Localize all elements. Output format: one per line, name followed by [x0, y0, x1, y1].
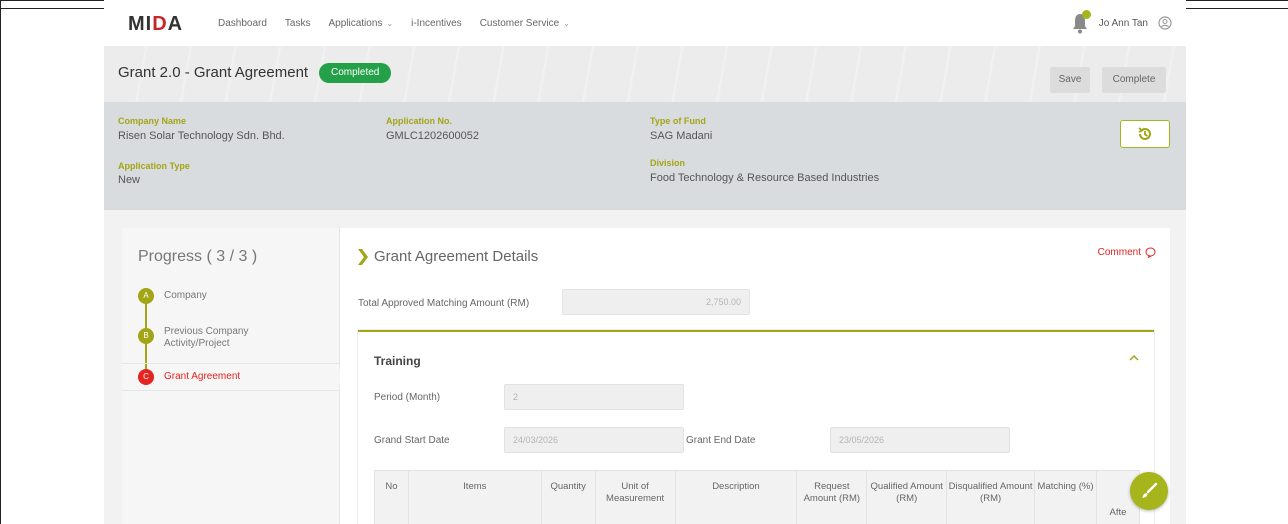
theme-brush-button[interactable] — [1130, 472, 1168, 510]
nav-i-incentives-label: i-Incentives — [411, 17, 462, 29]
column-header-disqualified-amount[interactable]: Disqualified Amount (RM) — [946, 470, 1036, 524]
nav-tasks-label: Tasks — [284, 17, 311, 29]
window-frame-divider-left — [0, 8, 104, 9]
app-window: MIDA Dashboard Tasks Applications ⌄ i-Inc… — [104, 0, 1186, 524]
company-name-label: Company Name — [118, 116, 187, 126]
division-value: Food Technology & Resource Based Industr… — [650, 172, 880, 184]
status-badge: Completed — [319, 63, 392, 83]
progress-panel: Progress ( 3 / 3 ) A Company B Previous … — [122, 228, 340, 524]
progress-step-grant-agreement[interactable]: C Grant Agreement — [138, 369, 274, 385]
chevron-right-icon — [358, 248, 368, 265]
column-header-no[interactable]: No — [374, 470, 409, 524]
company-name-value: Risen Solar Technology Sdn. Bhd. — [118, 130, 285, 142]
window-frame-left — [0, 0, 1, 524]
end-date-input[interactable]: 23/05/2026 — [830, 427, 1010, 453]
nav-applications[interactable]: Applications ⌄ — [328, 18, 393, 29]
step-marker-c: C — [138, 369, 154, 385]
column-header-request-amount[interactable]: Request Amount (RM) — [796, 470, 868, 524]
section-title-text: Grant Agreement Details — [374, 248, 539, 265]
column-header-quantity[interactable]: Quantity — [540, 470, 596, 524]
chevron-down-icon: ⌄ — [563, 18, 570, 28]
comment-icon — [1145, 247, 1156, 258]
column-header-description[interactable]: Description — [674, 470, 798, 524]
save-button[interactable]: Save — [1050, 67, 1090, 93]
application-info-panel: Company Name Risen Solar Technology Sdn.… — [104, 102, 1186, 210]
progress-step-previous-activity[interactable]: B Previous Company Activity/Project — [138, 324, 274, 350]
user-name[interactable]: Jo Ann Tan — [1099, 18, 1148, 29]
nav-dashboard-label: Dashboard — [218, 17, 267, 29]
type-of-fund-value: SAG Madani — [650, 130, 713, 142]
total-approved-input[interactable]: 2,750.00 — [562, 289, 750, 315]
history-icon — [1138, 127, 1151, 140]
period-label: Period (Month) — [374, 392, 441, 403]
progress-step-company[interactable]: A Company — [138, 288, 274, 304]
training-title: Training — [374, 354, 421, 368]
mida-logo[interactable]: MIDA — [128, 13, 183, 36]
total-approved-label: Total Approved Matching Amount (RM) — [358, 298, 530, 309]
end-date-label: Grant End Date — [686, 435, 756, 446]
nav-customer-service[interactable]: Customer Service ⌄ — [480, 18, 570, 29]
period-input[interactable]: 2 — [504, 384, 684, 410]
training-items-table: No Items Quantity Unit of Measurement De… — [374, 470, 1141, 524]
window-frame-divider-right — [1186, 8, 1288, 9]
nav-menu: Dashboard Tasks Applications ⌄ i-Incentiv… — [218, 0, 570, 46]
step-marker-a: A — [138, 288, 154, 304]
page-title: Grant 2.0 - Grant Agreement — [118, 64, 309, 81]
chevron-up-icon[interactable] — [1128, 352, 1140, 364]
application-type-label: Application Type — [118, 161, 190, 171]
nav-applications-label: Applications — [328, 17, 383, 29]
column-header-items[interactable]: Items — [407, 470, 542, 524]
nav-tasks[interactable]: Tasks — [285, 18, 311, 29]
column-header-unit[interactable]: Unit of Measurement — [594, 470, 676, 524]
bell-icon[interactable] — [1071, 10, 1091, 34]
step-label: Grant Agreement — [164, 371, 241, 382]
complete-button[interactable]: Complete — [1102, 67, 1166, 93]
paintbrush-icon — [1142, 482, 1158, 498]
application-no-value: GMLC1202600052 — [386, 130, 479, 142]
history-button[interactable] — [1120, 120, 1170, 148]
comment-link[interactable]: Comment — [1098, 247, 1156, 258]
start-date-input[interactable]: 24/03/2026 — [504, 427, 684, 453]
progress-title: Progress ( 3 / 3 ) — [138, 248, 258, 265]
nav-customer-service-label: Customer Service — [479, 17, 560, 29]
top-navigation: MIDA Dashboard Tasks Applications ⌄ i-Inc… — [104, 0, 1186, 46]
application-type-value: New — [118, 174, 141, 186]
nav-dashboard[interactable]: Dashboard — [218, 18, 267, 29]
column-header-qualified-amount[interactable]: Qualified Amount (RM) — [866, 470, 948, 524]
nav-user-area: Jo Ann Tan — [1071, 0, 1172, 46]
nav-i-incentives[interactable]: i-Incentives — [411, 18, 462, 29]
application-no-label: Application No. — [386, 116, 452, 126]
start-date-label: Grand Start Date — [374, 435, 450, 446]
user-circle-icon[interactable] — [1158, 16, 1172, 30]
grant-agreement-form: Grant Agreement Details Comment Total Ap… — [340, 228, 1170, 524]
comment-label: Comment — [1097, 247, 1141, 258]
division-label: Division — [650, 158, 686, 168]
step-label: Previous Company Activity/Project — [164, 326, 249, 349]
step-marker-b: B — [138, 328, 154, 344]
table-header-row: No Items Quantity Unit of Measurement De… — [374, 470, 1141, 524]
step-label: Company — [164, 290, 207, 301]
section-title: Grant Agreement Details — [358, 248, 538, 265]
chevron-down-icon: ⌄ — [386, 18, 394, 28]
type-of-fund-label: Type of Fund — [650, 116, 706, 126]
notification-badge — [1081, 10, 1091, 19]
column-header-matching[interactable]: Matching (%) — [1034, 470, 1097, 524]
training-section: Training Period (Month) 2 Grand Start Da… — [358, 330, 1154, 524]
